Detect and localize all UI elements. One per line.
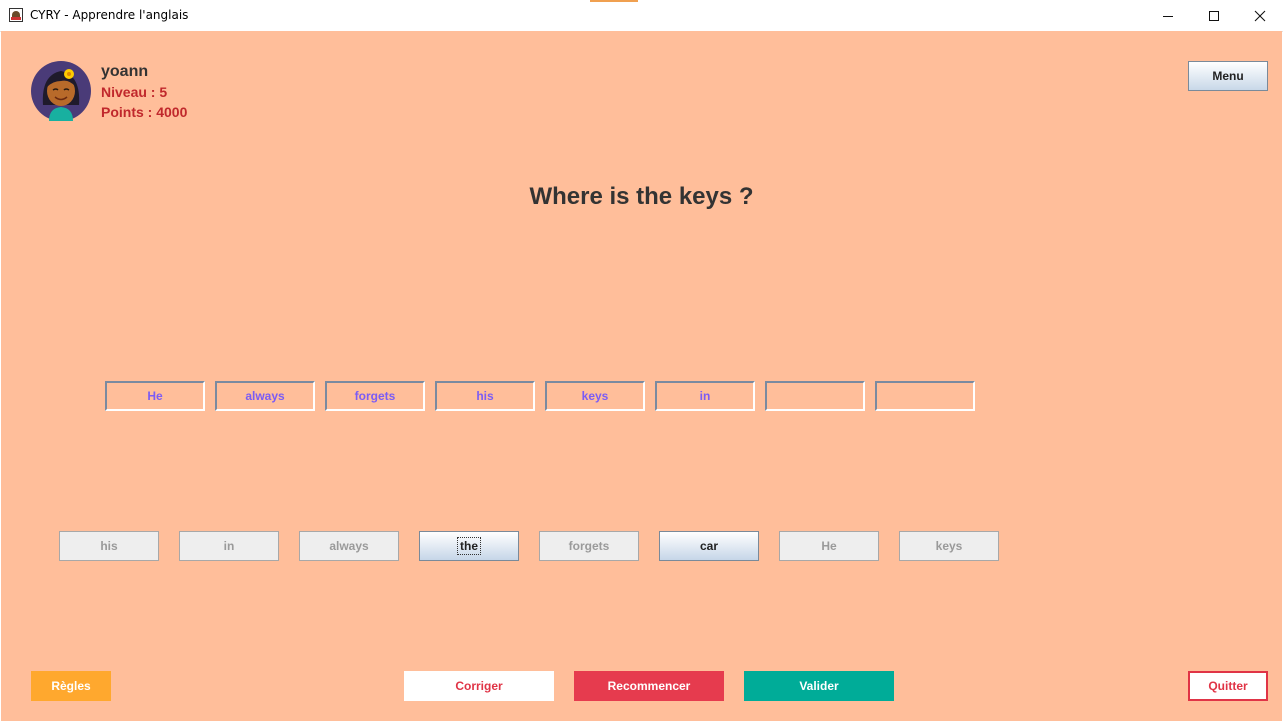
user-points: Points : 4000 xyxy=(101,104,188,120)
answer-slot[interactable]: his xyxy=(435,381,535,411)
game-panel: yoann Niveau : 5 Points : 4000 Menu Wher… xyxy=(1,31,1282,721)
answer-slot[interactable]: in xyxy=(655,381,755,411)
maximize-icon xyxy=(1209,10,1219,21)
answer-slot[interactable] xyxy=(765,381,865,411)
app-icon xyxy=(9,8,23,22)
answer-slot[interactable]: forgets xyxy=(325,381,425,411)
correct-button[interactable]: Corriger xyxy=(404,671,554,701)
title-bar: CYRY - Apprendre l'anglais xyxy=(0,0,1283,32)
word-button[interactable]: in xyxy=(179,531,279,561)
word-button[interactable]: the xyxy=(419,531,519,561)
word-button[interactable]: keys xyxy=(899,531,999,561)
restart-button[interactable]: Recommencer xyxy=(574,671,724,701)
answer-slot[interactable]: always xyxy=(215,381,315,411)
quit-button[interactable]: Quitter xyxy=(1188,671,1268,701)
word-button[interactable]: He xyxy=(779,531,879,561)
word-button[interactable]: car xyxy=(659,531,759,561)
answer-slot[interactable]: keys xyxy=(545,381,645,411)
menu-button[interactable]: Menu xyxy=(1188,61,1268,91)
avatar xyxy=(31,61,91,121)
validate-button[interactable]: Valider xyxy=(744,671,894,701)
word-button[interactable]: forgets xyxy=(539,531,639,561)
answer-slot[interactable] xyxy=(875,381,975,411)
word-button[interactable]: his xyxy=(59,531,159,561)
window-title: CYRY - Apprendre l'anglais xyxy=(30,8,189,22)
user-name: yoann xyxy=(101,63,149,80)
minimize-button[interactable] xyxy=(1145,0,1191,31)
user-level: Niveau : 5 xyxy=(101,84,168,100)
rules-button[interactable]: Règles xyxy=(31,671,111,701)
word-button[interactable]: always xyxy=(299,531,399,561)
minimize-icon xyxy=(1163,15,1173,17)
answer-slot[interactable]: He xyxy=(105,381,205,411)
close-icon xyxy=(1254,10,1266,21)
close-button[interactable] xyxy=(1237,0,1283,31)
title-bar-accent xyxy=(590,0,638,2)
question-text: Where is the keys ? xyxy=(529,183,754,210)
maximize-button[interactable] xyxy=(1191,0,1237,31)
